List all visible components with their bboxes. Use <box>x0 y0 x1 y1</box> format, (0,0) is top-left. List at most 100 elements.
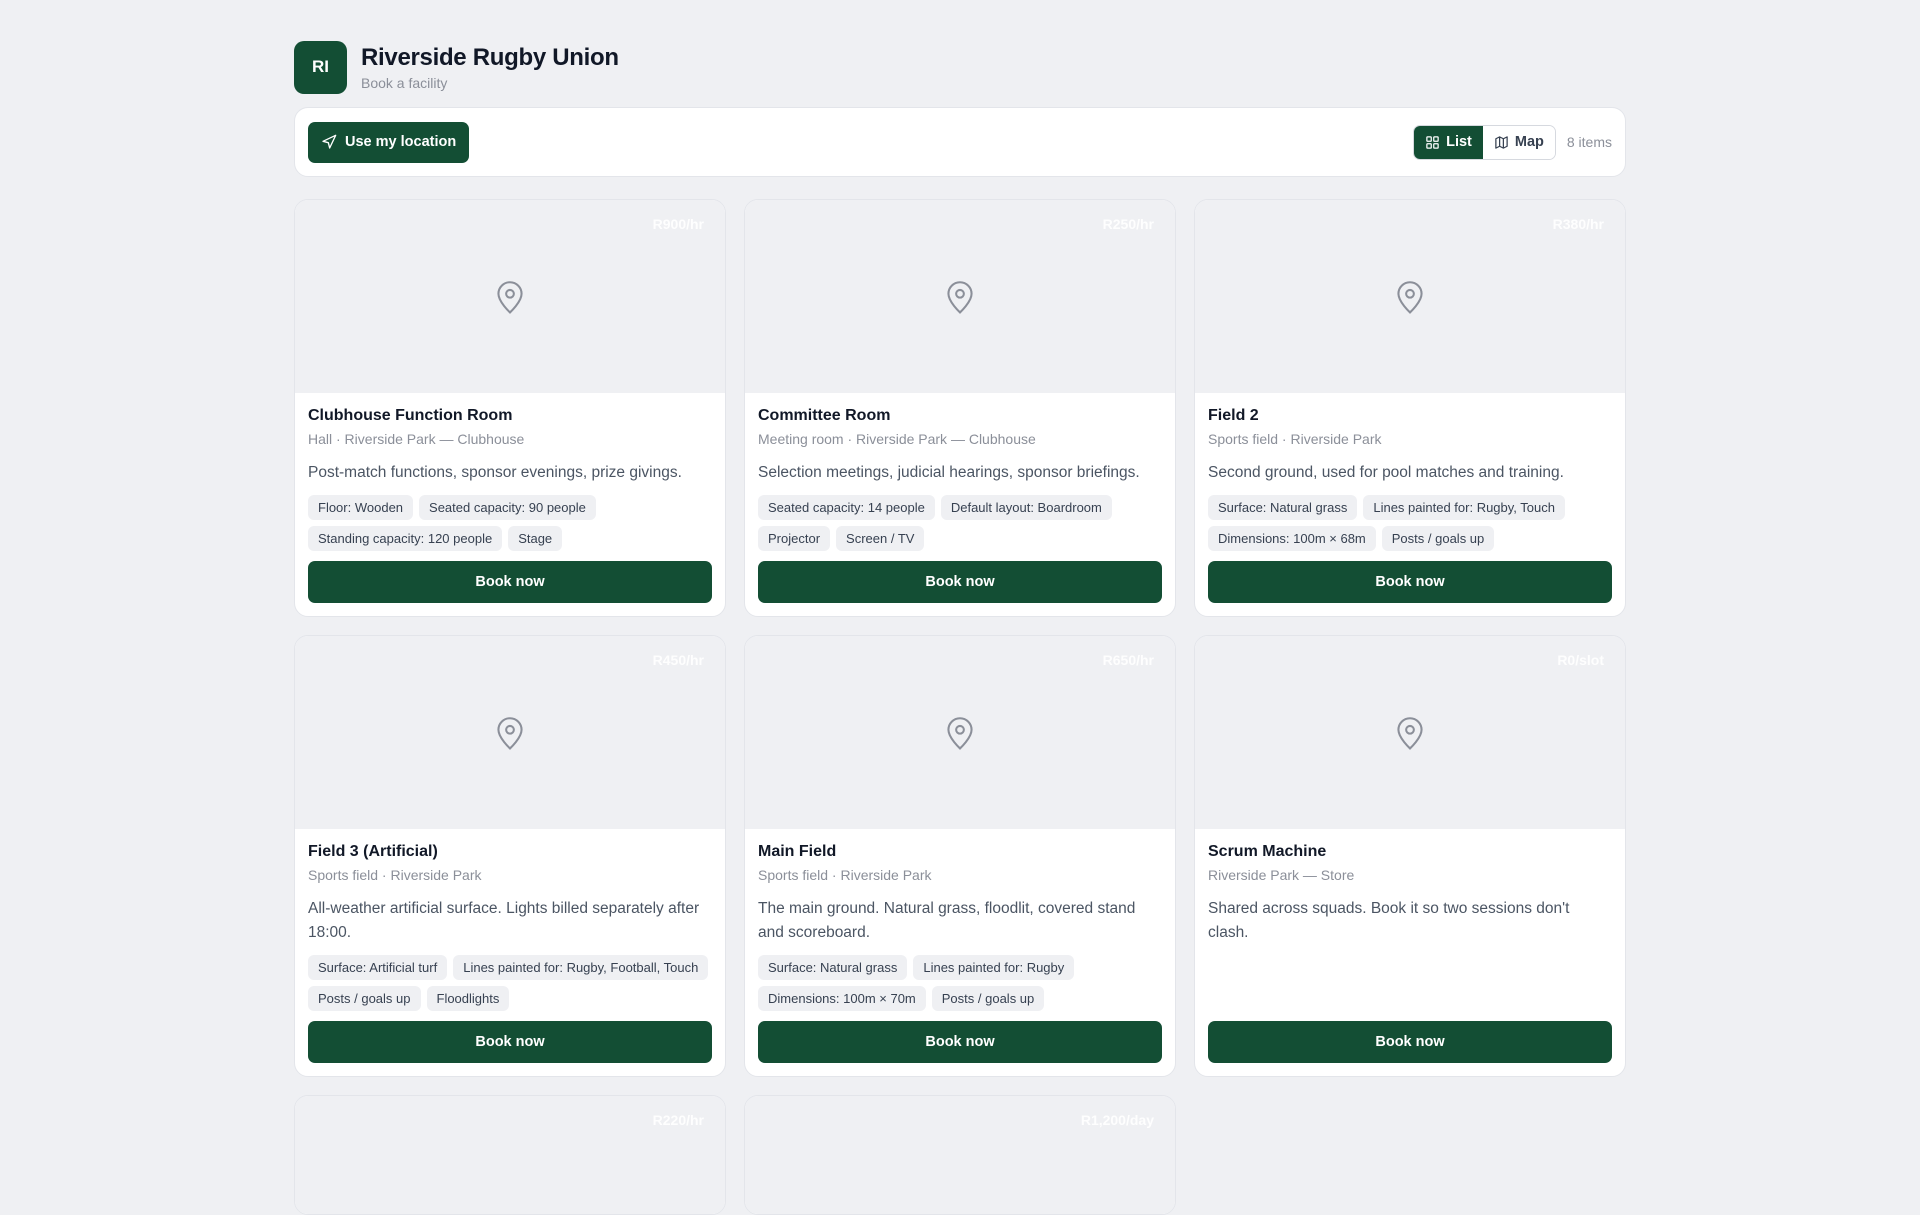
facility-card[interactable]: R1,200/day <box>744 1095 1176 1215</box>
facility-description: Post-match functions, sponsor evenings, … <box>308 464 682 481</box>
view-map-button[interactable]: Map <box>1482 125 1555 159</box>
page-subtitle: Book a facility <box>361 74 448 91</box>
card-body: Field 2 Sports field · Riverside Park Se… <box>1195 393 1625 616</box>
feature-tag: Lines painted for: Rugby <box>913 955 1075 980</box>
card-body: Scrum Machine Riverside Park — Store Sha… <box>1195 829 1625 1076</box>
feature-tag: Floor: Wooden <box>308 495 414 520</box>
facility-subtitle: Riverside Park — Store <box>1208 867 1355 883</box>
price-label: R650/hr <box>1102 652 1154 668</box>
facility-subtitle: Hall · Riverside Park — Clubhouse <box>308 431 525 447</box>
map-pin-icon <box>497 716 523 750</box>
feature-tag: Dimensions: 100m × 70m <box>758 986 926 1011</box>
feature-tags: Surface: Natural grass Lines painted for:… <box>1208 495 1612 551</box>
facility-description: All-weather artificial surface. Lights b… <box>308 900 700 941</box>
feature-tags: Surface: Artificial turf Lines painted fo… <box>308 955 712 1011</box>
facility-subtitle: Sports field · Riverside Park <box>1208 431 1382 447</box>
facility-title: Field 2 <box>1208 407 1259 424</box>
book-now-button[interactable]: Book now <box>758 1021 1162 1063</box>
facility-grid: R900/hr Clubhouse Function Room Hall · R… <box>294 199 1626 1215</box>
card-body: Clubhouse Function Room Hall · Riverside… <box>295 393 725 616</box>
facility-card[interactable]: R0/slot Scrum Machine Riverside Park — S… <box>1194 635 1626 1077</box>
facility-image-placeholder: R250/hr <box>745 200 1175 393</box>
book-now-button[interactable]: Book now <box>308 1021 712 1063</box>
brand: Riverside Rugby Union Book a facility <box>361 44 619 91</box>
use-location-label: Use my location <box>345 134 457 150</box>
facility-subtitle: Sports field · Riverside Park <box>308 867 482 883</box>
map-pin-icon <box>947 280 973 314</box>
feature-tag: Stage <box>508 526 563 551</box>
price-label: R0/slot <box>1557 652 1604 668</box>
view-list-label: List <box>1446 134 1472 150</box>
card-body: Committee Room Meeting room · Riverside … <box>745 393 1175 616</box>
book-now-button[interactable]: Book now <box>1208 561 1612 603</box>
map-pin-icon <box>1397 716 1423 750</box>
price-label: R900/hr <box>652 216 704 232</box>
facility-description: Selection meetings, judicial hearings, s… <box>758 464 1140 481</box>
facility-subtitle: Meeting room · Riverside Park — Clubhous… <box>758 431 1036 447</box>
feature-tags: Surface: Natural grass Lines painted for:… <box>758 955 1162 1011</box>
facility-image-placeholder: R220/hr <box>295 1096 725 1214</box>
price-label: R450/hr <box>652 652 704 668</box>
facility-card[interactable]: R650/hr Main Field Sports field · Rivers… <box>744 635 1176 1077</box>
facility-title: Main Field <box>758 843 837 860</box>
view-list-button[interactable]: List <box>1414 125 1483 159</box>
page: RI Riverside Rugby Union Book a facility… <box>294 0 1626 1215</box>
feature-tag: Dimensions: 100m × 68m <box>1208 526 1376 551</box>
feature-tag: Standing capacity: 120 people <box>308 526 503 551</box>
facility-image-placeholder: R450/hr <box>295 636 725 829</box>
club-logo: RI <box>294 40 347 94</box>
feature-tag: Surface: Natural grass <box>758 955 908 980</box>
facility-description: Shared across squads. Book it so two ses… <box>1208 900 1570 941</box>
book-now-button[interactable]: Book now <box>308 561 712 603</box>
feature-tag: Posts / goals up <box>1381 526 1495 551</box>
feature-tag: Seated capacity: 14 people <box>758 495 935 520</box>
feature-tags: Seated capacity: 14 people Default layout… <box>758 495 1162 551</box>
facility-title: Clubhouse Function Room <box>308 407 513 424</box>
facility-title: Committee Room <box>758 407 891 424</box>
facility-card[interactable]: R250/hr Committee Room Meeting room · Ri… <box>744 199 1176 617</box>
toolbar: Use my location List Map 8 items <box>294 107 1626 177</box>
grid-icon <box>1426 135 1439 149</box>
feature-tag: Surface: Natural grass <box>1208 495 1358 520</box>
feature-tag: Default layout: Boardroom <box>940 495 1112 520</box>
facility-card[interactable]: R220/hr <box>294 1095 726 1215</box>
feature-tag: Floodlights <box>426 986 510 1011</box>
map-icon <box>1495 135 1508 149</box>
price-label: R250/hr <box>1102 216 1154 232</box>
price-label: R220/hr <box>652 1112 704 1128</box>
feature-tag: Surface: Artificial turf <box>308 955 448 980</box>
view-map-label: Map <box>1514 134 1544 150</box>
use-location-button[interactable]: Use my location <box>308 121 470 163</box>
map-pin-icon <box>497 280 523 314</box>
feature-tag: Posts / goals up <box>931 986 1045 1011</box>
book-now-button[interactable]: Book now <box>758 561 1162 603</box>
feature-tag: Projector <box>758 526 831 551</box>
facility-image-placeholder: R650/hr <box>745 636 1175 829</box>
feature-tags: Floor: Wooden Seated capacity: 90 people S… <box>308 495 712 551</box>
feature-tag: Screen / TV <box>836 526 925 551</box>
feature-tag: Lines painted for: Rugby, Football, Touc… <box>453 955 709 980</box>
feature-tag: Lines painted for: Rugby, Touch <box>1363 495 1565 520</box>
facility-image-placeholder: R1,200/day <box>745 1096 1175 1214</box>
price-label: R1,200/day <box>1080 1112 1154 1128</box>
feature-tag: Seated capacity: 90 people <box>419 495 596 520</box>
facility-description: Second ground, used for pool matches and… <box>1208 464 1564 481</box>
facility-subtitle: Sports field · Riverside Park <box>758 867 932 883</box>
card-body: Field 3 (Artificial) Sports field · Rive… <box>295 829 725 1076</box>
facility-image-placeholder: R900/hr <box>295 200 725 393</box>
facility-card[interactable]: R450/hr Field 3 (Artificial) Sports fiel… <box>294 635 726 1077</box>
facility-image-placeholder: R380/hr <box>1195 200 1625 393</box>
facility-card[interactable]: R900/hr Clubhouse Function Room Hall · R… <box>294 199 726 617</box>
page-title: Riverside Rugby Union <box>361 43 619 71</box>
facility-description: The main ground. Natural grass, floodlit… <box>758 900 1136 941</box>
map-pin-icon <box>1397 280 1423 314</box>
facility-image-placeholder: R0/slot <box>1195 636 1625 829</box>
card-body: Main Field Sports field · Riverside Park… <box>745 829 1175 1076</box>
item-count: 8 items <box>1566 134 1612 150</box>
header: RI Riverside Rugby Union Book a facility <box>294 27 1626 107</box>
facility-title: Scrum Machine <box>1208 843 1327 860</box>
view-controls: List Map 8 items <box>1413 124 1612 160</box>
facility-card[interactable]: R380/hr Field 2 Sports field · Riverside… <box>1194 199 1626 617</box>
feature-tag: Posts / goals up <box>308 986 421 1011</box>
book-now-button[interactable]: Book now <box>1208 1021 1612 1063</box>
